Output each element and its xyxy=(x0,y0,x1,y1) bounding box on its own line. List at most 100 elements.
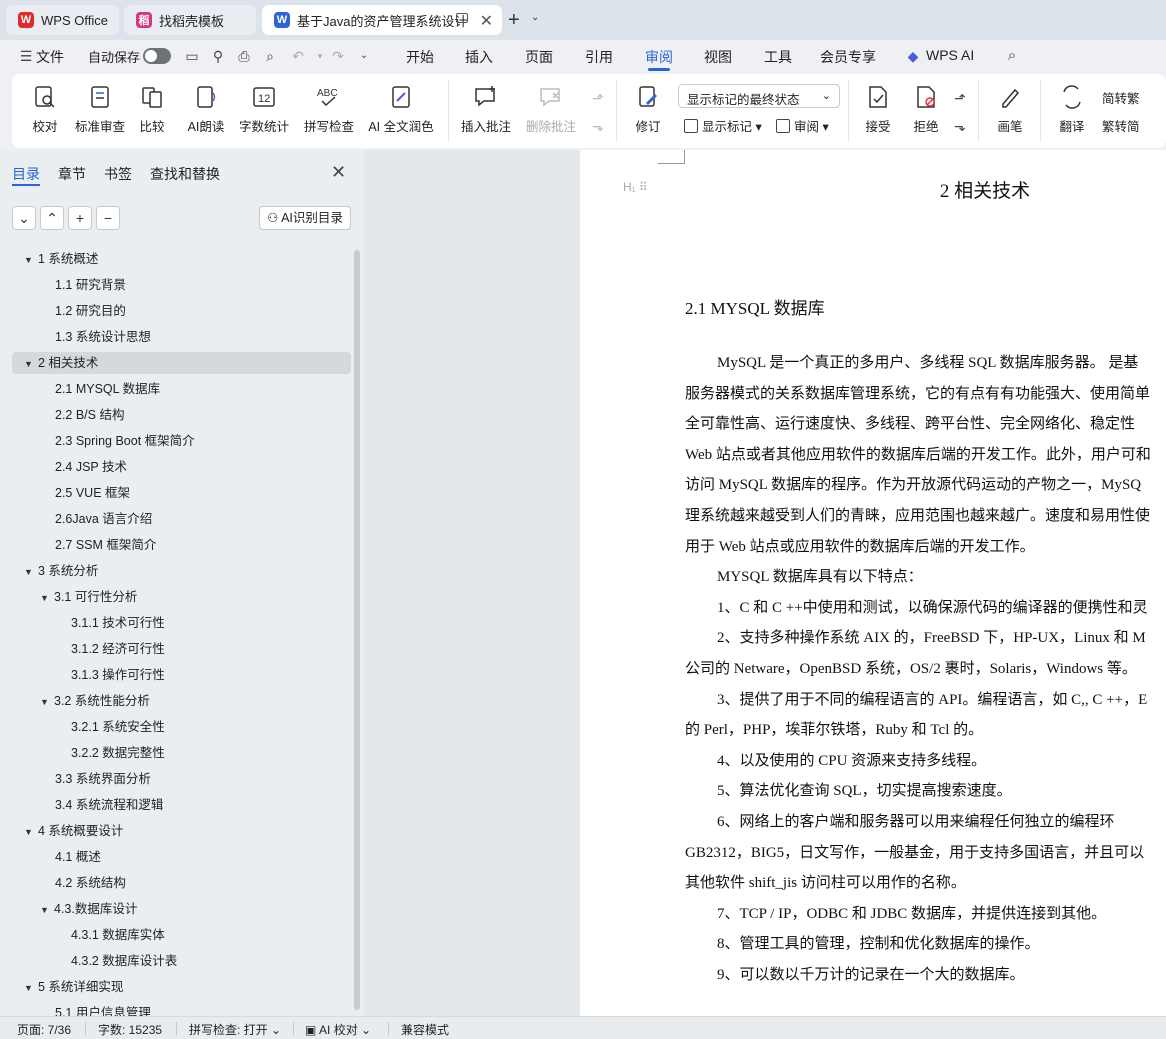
paragraph-line[interactable]: 全可靠性高、运行速度快、多线程、跨平台性、完全网络化、稳定性 xyxy=(685,412,1135,433)
expand-triangle-icon[interactable]: ▼ xyxy=(24,821,38,843)
toc-item[interactable]: 2.4 JSP 技术 xyxy=(55,456,127,478)
menu-page[interactable]: 页面 xyxy=(525,47,553,67)
chevron-down-icon[interactable]: ⌄ xyxy=(531,12,539,23)
redo-icon[interactable]: ↷ xyxy=(330,48,346,64)
section-heading[interactable]: 2.1 MYSQL 数据库 xyxy=(685,294,825,319)
menu-start[interactable]: 开始 xyxy=(406,47,434,67)
next-change-icon[interactable]: ⬎ xyxy=(952,118,968,134)
spell-check-status[interactable]: 拼写检查: 打开 ⌄ xyxy=(189,1021,281,1038)
next-comment-icon[interactable]: ⬎ xyxy=(590,118,606,134)
toc-item[interactable]: 3.4 系统流程和逻辑 xyxy=(55,794,163,816)
paragraph-line[interactable]: 访问 MySQL 数据库的程序。作为开放源代码运动的产物之一，MySQ xyxy=(685,473,1141,494)
revise-button[interactable]: 修订 xyxy=(624,74,672,148)
paragraph-line[interactable]: 1、C 和 C ++中使用和测试，以确保源代码的编译器的便携性和灵 xyxy=(717,596,1148,617)
print-icon[interactable]: ⎙ xyxy=(236,48,252,64)
expand-triangle-icon[interactable]: ▼ xyxy=(40,899,54,921)
add-heading-icon[interactable]: + xyxy=(68,206,92,230)
show-markup-button[interactable]: 显示标记 ▾ xyxy=(684,116,762,135)
toc-item[interactable]: 2.1 MYSQL 数据库 xyxy=(55,378,160,400)
paragraph-line[interactable]: 4、以及使用的 CPU 资源来支持多线程。 xyxy=(717,749,986,770)
paragraph-line[interactable]: 8、管理工具的管理，控制和优化数据库的操作。 xyxy=(717,932,1040,953)
paragraph-line[interactable]: 3、提供了用于不同的编程语言的 API。编程语言，如 C,, C ++，E xyxy=(717,688,1147,709)
toc-item[interactable]: 4.3.2 数据库设计表 xyxy=(71,950,177,972)
page-indicator[interactable]: 页面: 7/36 xyxy=(17,1021,71,1038)
tab-toc[interactable]: 目录 xyxy=(12,164,40,184)
paragraph-line[interactable]: 7、TCP / IP，ODBC 和 JDBC 数据库，并提供连接到其他。 xyxy=(717,902,1106,923)
new-tab-icon[interactable]: + xyxy=(508,9,520,32)
proofread-button[interactable]: 校对 xyxy=(24,74,66,148)
toc-item[interactable]: 2.3 Spring Boot 框架简介 xyxy=(55,430,195,452)
tab-find-replace[interactable]: 查找和替换 xyxy=(150,164,220,184)
toc-item[interactable]: 3.1.3 操作可行性 xyxy=(71,664,165,686)
toc-item[interactable]: 1.3 系统设计思想 xyxy=(55,326,151,348)
menu-review[interactable]: 审阅 xyxy=(645,47,673,67)
toc-item[interactable]: 1.1 研究背景 xyxy=(55,274,126,296)
toc-item[interactable]: 2.7 SSM 框架简介 xyxy=(55,534,156,556)
expand-triangle-icon[interactable]: ▼ xyxy=(24,353,38,375)
previous-comment-icon[interactable]: ⬏ xyxy=(590,90,606,106)
tab-document[interactable]: W 基于Java的资产管理系统设计 ✕ xyxy=(262,5,502,35)
monitor-icon[interactable] xyxy=(456,13,468,23)
word-count-status[interactable]: 字数: 15235 xyxy=(98,1021,162,1038)
expand-triangle-icon[interactable]: ▼ xyxy=(40,587,54,609)
toc-item[interactable]: ▼ 1 系统概述 xyxy=(24,248,98,270)
toc-item[interactable]: 4.2 系统结构 xyxy=(55,872,126,894)
menu-insert[interactable]: 插入 xyxy=(465,47,493,67)
menu-view[interactable]: 视图 xyxy=(704,47,732,67)
paragraph-line[interactable]: 理系统越来越受到人们的青睐，应用范围也越来越广。速度和易用性使 xyxy=(685,504,1150,525)
expand-triangle-icon[interactable]: ▼ xyxy=(40,691,54,713)
paragraph-line[interactable]: 服务器模式的关系数据库管理系统，它的有点有有功能强大、使用简单 xyxy=(685,382,1150,403)
accept-button[interactable]: 接受 xyxy=(856,74,900,148)
paragraph-line[interactable]: 2、支持多种操作系统 AIX 的，FreeBSD 下，HP-UX，Linux 和… xyxy=(717,626,1146,647)
link-icon[interactable]: ⚲ xyxy=(210,48,226,64)
toc-item[interactable]: ▼ 4 系统概要设计 xyxy=(24,820,123,842)
spell-check-button[interactable]: ABC 拼写检查 xyxy=(298,74,360,148)
toc-item[interactable]: 2.2 B/S 结构 xyxy=(55,404,124,426)
close-tab-icon[interactable]: ✕ xyxy=(480,11,493,31)
paragraph-line[interactable]: Web 站点或者其他应用软件的数据库后端的开发工作。此外，用户可和 xyxy=(685,443,1151,464)
markup-mode-select[interactable]: 显示标记的最终状态 ⌄ xyxy=(678,84,840,108)
expand-up-icon[interactable]: ⌃ xyxy=(40,206,64,230)
paragraph-line[interactable]: 9、可以数以千万计的记录在一个大的数据库。 xyxy=(717,963,1025,984)
menu-tools[interactable]: 工具 xyxy=(764,47,792,67)
menu-reference[interactable]: 引用 xyxy=(585,47,613,67)
toc-item[interactable]: 2.6Java 语言介绍 xyxy=(55,508,152,530)
word-count-button[interactable]: 12 字数统计 xyxy=(236,74,292,148)
save-icon[interactable]: ▭ xyxy=(184,48,200,64)
toc-scrollbar[interactable] xyxy=(354,250,360,1010)
toc-item[interactable]: ▼ 3.2 系统性能分析 xyxy=(40,690,150,712)
review-pane-button[interactable]: 审阅 ▾ xyxy=(776,116,829,135)
undo-dropdown-icon[interactable]: ▾ xyxy=(312,48,328,64)
paragraph-line[interactable]: 5、算法优化查询 SQL，切实提高搜索速度。 xyxy=(717,779,1012,800)
toc-item[interactable]: 4.3.1 数据库实体 xyxy=(71,924,165,946)
search-icon[interactable]: ⌕ xyxy=(1004,48,1020,64)
toc-item[interactable]: 2.5 VUE 框架 xyxy=(55,482,130,504)
toc-item[interactable]: 3.1.2 经济可行性 xyxy=(71,638,165,660)
previous-change-icon[interactable]: ⬏ xyxy=(952,90,968,106)
paragraph-line[interactable]: 公司的 Netware，OpenBSD 系统，OS/2 裹时，Solaris，W… xyxy=(685,657,1137,678)
standard-review-button[interactable]: 标准审查 xyxy=(72,74,128,148)
toc-item[interactable]: 5.1 用户信息管理 xyxy=(55,1002,151,1016)
toc-item[interactable]: 3.2.2 数据完整性 xyxy=(71,742,165,764)
paragraph-line[interactable]: 6、网络上的客户端和服务器可以用来编程任何独立的编程环 xyxy=(717,810,1115,831)
translate-button[interactable]: 翻译 xyxy=(1048,74,1096,148)
toc-item[interactable]: ▼ 2 相关技术 xyxy=(24,352,98,374)
toc-item[interactable]: ▼ 4.3.数据库设计 xyxy=(40,898,137,920)
menu-wps-ai[interactable]: WPS AI xyxy=(926,47,974,63)
expand-triangle-icon[interactable]: ▼ xyxy=(24,249,38,271)
remove-heading-icon[interactable]: − xyxy=(96,206,120,230)
expand-triangle-icon[interactable]: ▼ xyxy=(24,561,38,583)
simplified-to-traditional-button[interactable]: 简转繁 xyxy=(1102,88,1140,107)
toc-item[interactable]: 3.1.1 技术可行性 xyxy=(71,612,165,634)
toc-item[interactable]: ▼ 5 系统详细实现 xyxy=(24,976,123,998)
file-menu[interactable]: 文件 xyxy=(36,47,64,67)
ai-toc-button[interactable]: ⚇ AI识别目录 xyxy=(259,206,351,230)
pen-button[interactable]: 画笔 xyxy=(988,74,1032,148)
paragraph-line[interactable]: 其他软件 shift_jis 访问柱可以用作的名称。 xyxy=(685,871,966,892)
tab-wps-office[interactable]: W WPS Office xyxy=(6,5,119,35)
menu-member[interactable]: 会员专享 xyxy=(820,47,876,67)
close-icon[interactable]: ✕ xyxy=(331,162,346,183)
delete-comment-button[interactable]: 删除批注 xyxy=(518,74,584,148)
ai-polish-button[interactable]: AI 全文润色 xyxy=(366,74,436,148)
hamburger-icon[interactable]: ☰ xyxy=(18,48,34,64)
